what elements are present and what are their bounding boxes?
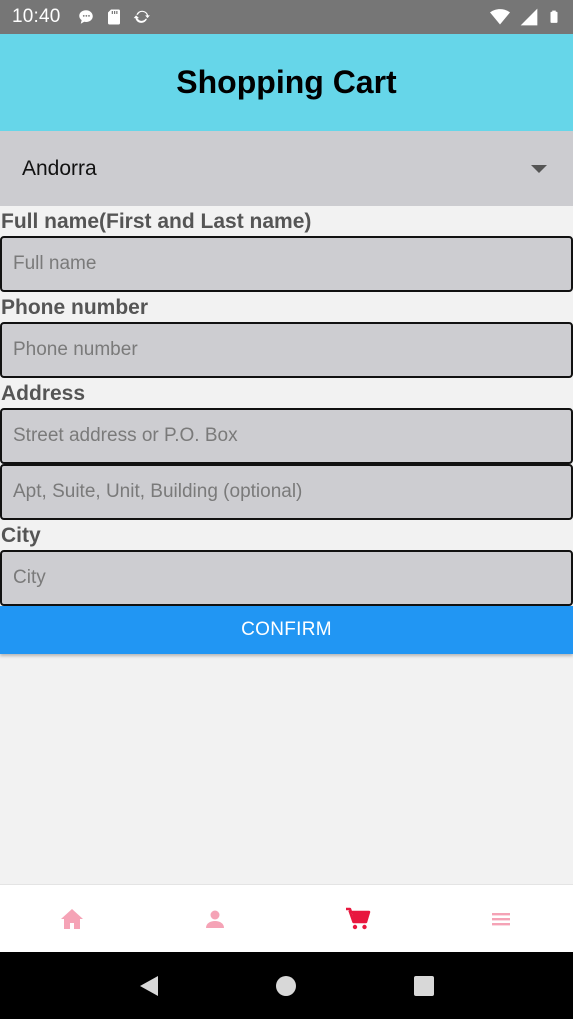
full-name-label: Full name(First and Last name) xyxy=(1,210,312,233)
city-label: City xyxy=(1,524,41,547)
country-selected-value: Andorra xyxy=(22,156,97,180)
back-icon xyxy=(139,975,158,996)
recents-icon xyxy=(414,975,435,996)
status-time: 10:40 xyxy=(12,6,61,27)
battery-icon xyxy=(550,10,558,23)
system-recents-button[interactable] xyxy=(413,975,435,997)
wifi-icon xyxy=(490,9,510,25)
chat-notification-icon xyxy=(78,10,93,24)
phone-input[interactable] xyxy=(0,322,573,378)
street-address-input[interactable] xyxy=(0,408,573,464)
page-title: Shopping Cart xyxy=(176,64,397,100)
dropdown-arrow-icon xyxy=(531,164,547,173)
nav-item-profile[interactable] xyxy=(143,885,286,952)
home-circle-icon xyxy=(276,975,297,996)
bottom-navigation xyxy=(0,884,573,952)
signal-icon xyxy=(520,8,538,26)
confirm-button[interactable]: CONFIRM xyxy=(0,606,573,654)
full-name-input[interactable] xyxy=(0,236,573,292)
sync-icon xyxy=(133,10,150,23)
system-back-button[interactable] xyxy=(138,974,160,998)
system-navigation-bar xyxy=(0,952,573,1019)
country-dropdown[interactable]: Andorra xyxy=(0,131,573,206)
nav-item-cart[interactable] xyxy=(287,885,430,952)
address-label: Address xyxy=(1,382,86,405)
status-notification-icons xyxy=(77,8,151,26)
home-icon xyxy=(60,908,83,929)
system-home-button[interactable] xyxy=(275,975,297,997)
person-icon xyxy=(205,910,224,928)
nav-item-menu[interactable] xyxy=(430,885,573,952)
nav-item-home[interactable] xyxy=(0,885,143,952)
status-bar: 10:40 xyxy=(0,0,573,34)
address-form: Full name(First and Last name) Phone num… xyxy=(0,206,573,606)
apt-suite-input[interactable] xyxy=(0,464,573,520)
sd-card-icon xyxy=(107,9,120,25)
city-input[interactable] xyxy=(0,550,573,606)
cart-icon xyxy=(346,907,371,929)
status-system-icons xyxy=(489,7,561,27)
menu-icon xyxy=(492,912,511,925)
phone-label: Phone number xyxy=(1,296,149,319)
app-header: Shopping Cart xyxy=(0,34,573,131)
